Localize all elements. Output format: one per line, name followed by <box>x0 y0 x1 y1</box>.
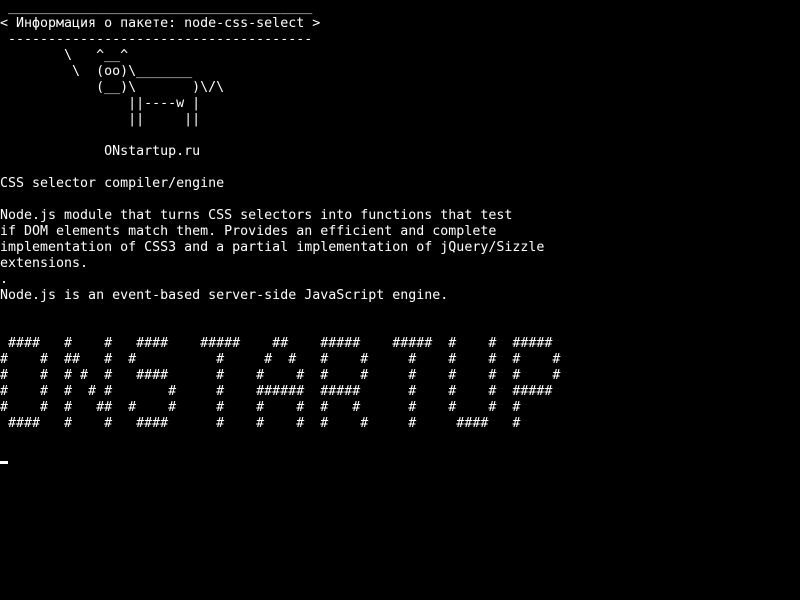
description-line: . <box>0 272 9 287</box>
banner-ascii-line: # # # # # #### # # # # # # # # # # <box>0 368 561 383</box>
description-line: Node.js is an event-based server-side Ja… <box>0 288 449 303</box>
cow-ascii-line: ||----w | <box>0 96 201 111</box>
cowsay-bubble-bottom: -------------------------------------- <box>0 32 313 47</box>
banner-ascii-line: # # ## # # # # # # # # # # # # <box>0 352 561 367</box>
package-summary: CSS selector compiler/engine <box>0 176 225 191</box>
site-name: ONstartup.ru <box>0 144 201 159</box>
cow-ascii-line: || || <box>0 112 201 127</box>
terminal-screen[interactable]: ______________________________________ <… <box>0 0 800 600</box>
cowsay-bubble-text: < Информация о пакете: node-css-select > <box>0 16 321 31</box>
description-line: if DOM elements match them. Provides an … <box>0 224 497 239</box>
description-line: implementation of CSS3 and a partial imp… <box>0 240 545 255</box>
description-line: Node.js module that turns CSS selectors … <box>0 208 513 223</box>
description-line: extensions. <box>0 256 89 271</box>
cow-ascii-line: \ (oo)\_______ <box>0 64 193 79</box>
cowsay-bubble-top: ______________________________________ <box>0 0 313 15</box>
cow-ascii-line: (__)\ )\/\ <box>0 80 225 95</box>
banner-ascii-line: # # # # # # # ###### ##### # # # ##### <box>0 384 553 399</box>
banner-ascii-line: #### # # #### ##### ## ##### ##### # # #… <box>0 336 553 351</box>
banner-ascii-line: # # # ## # # # # # # # # # # # <box>0 400 521 415</box>
text-cursor <box>0 461 8 464</box>
cow-ascii-line: \ ^__^ <box>0 48 129 63</box>
banner-ascii-line: #### # # #### # # # # # # #### # <box>0 416 521 431</box>
